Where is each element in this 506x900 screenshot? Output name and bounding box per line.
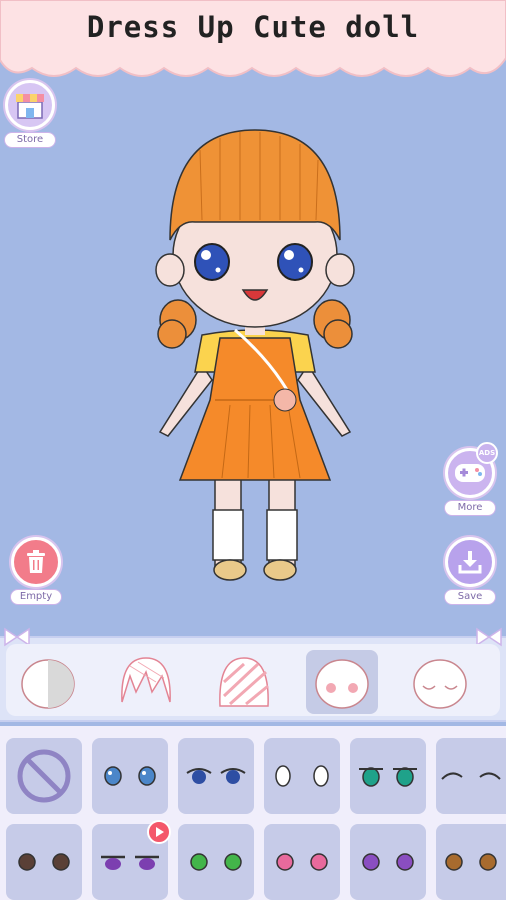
eye-option-violet[interactable] xyxy=(350,824,426,900)
title-banner: Dress Up Cute doll xyxy=(0,0,506,82)
eye-option-green[interactable] xyxy=(178,824,254,900)
eye-option-none[interactable] xyxy=(6,738,82,814)
eye-option-navy[interactable] xyxy=(178,738,254,814)
green-eyes-icon xyxy=(190,853,242,871)
no-icon xyxy=(17,749,71,803)
hair-front-icon xyxy=(121,657,171,703)
empty-label: Empty xyxy=(10,589,62,605)
category-face[interactable] xyxy=(306,650,378,714)
skin-icon xyxy=(21,659,75,709)
trash-icon xyxy=(11,537,61,587)
eye-option-outline[interactable] xyxy=(264,738,340,814)
more-button[interactable]: ADS More xyxy=(440,442,500,516)
store-icon xyxy=(5,80,55,130)
eye-options-grid xyxy=(0,726,506,900)
pink-eyes-icon xyxy=(276,853,328,871)
eye-option-blue[interactable] xyxy=(92,738,168,814)
violet-eyes-icon xyxy=(362,853,414,871)
brown-eyes-icon xyxy=(18,853,70,871)
navy-eyes-icon xyxy=(186,768,246,784)
category-hair-front[interactable] xyxy=(110,650,182,714)
blue-eyes-icon xyxy=(104,766,156,786)
eye-option-closed[interactable] xyxy=(436,738,506,814)
outline-eyes-icon xyxy=(275,765,329,787)
store-label: Store xyxy=(4,132,56,148)
save-button[interactable]: Save xyxy=(440,537,500,605)
save-label: Save xyxy=(444,589,496,605)
face-icon xyxy=(315,659,369,709)
eye-option-pink[interactable] xyxy=(264,824,340,900)
download-icon xyxy=(445,537,495,587)
ads-badge: ADS xyxy=(476,442,498,464)
eye-option-brown[interactable] xyxy=(6,824,82,900)
teal-eyes-icon xyxy=(359,767,417,787)
store-button[interactable]: Store xyxy=(0,80,60,148)
more-label: More xyxy=(444,500,496,516)
hair-back-icon xyxy=(219,657,269,707)
purple-eyes-icon xyxy=(101,855,159,870)
game-title: Dress Up Cute doll xyxy=(86,10,420,44)
amber-eyes-icon xyxy=(445,853,497,871)
category-skin[interactable] xyxy=(12,650,84,714)
eye-option-amber[interactable] xyxy=(436,824,506,900)
category-hair-back[interactable] xyxy=(208,650,280,714)
expression-icon xyxy=(413,659,467,709)
eye-option-purple[interactable] xyxy=(92,820,171,900)
play-video-icon[interactable] xyxy=(147,820,171,844)
category-bar xyxy=(0,627,506,722)
eye-option-teal[interactable] xyxy=(350,738,426,814)
category-expression[interactable] xyxy=(404,650,476,714)
doll-character xyxy=(140,110,370,590)
empty-button[interactable]: Empty xyxy=(6,537,66,605)
closed-eyes-icon xyxy=(441,772,501,780)
